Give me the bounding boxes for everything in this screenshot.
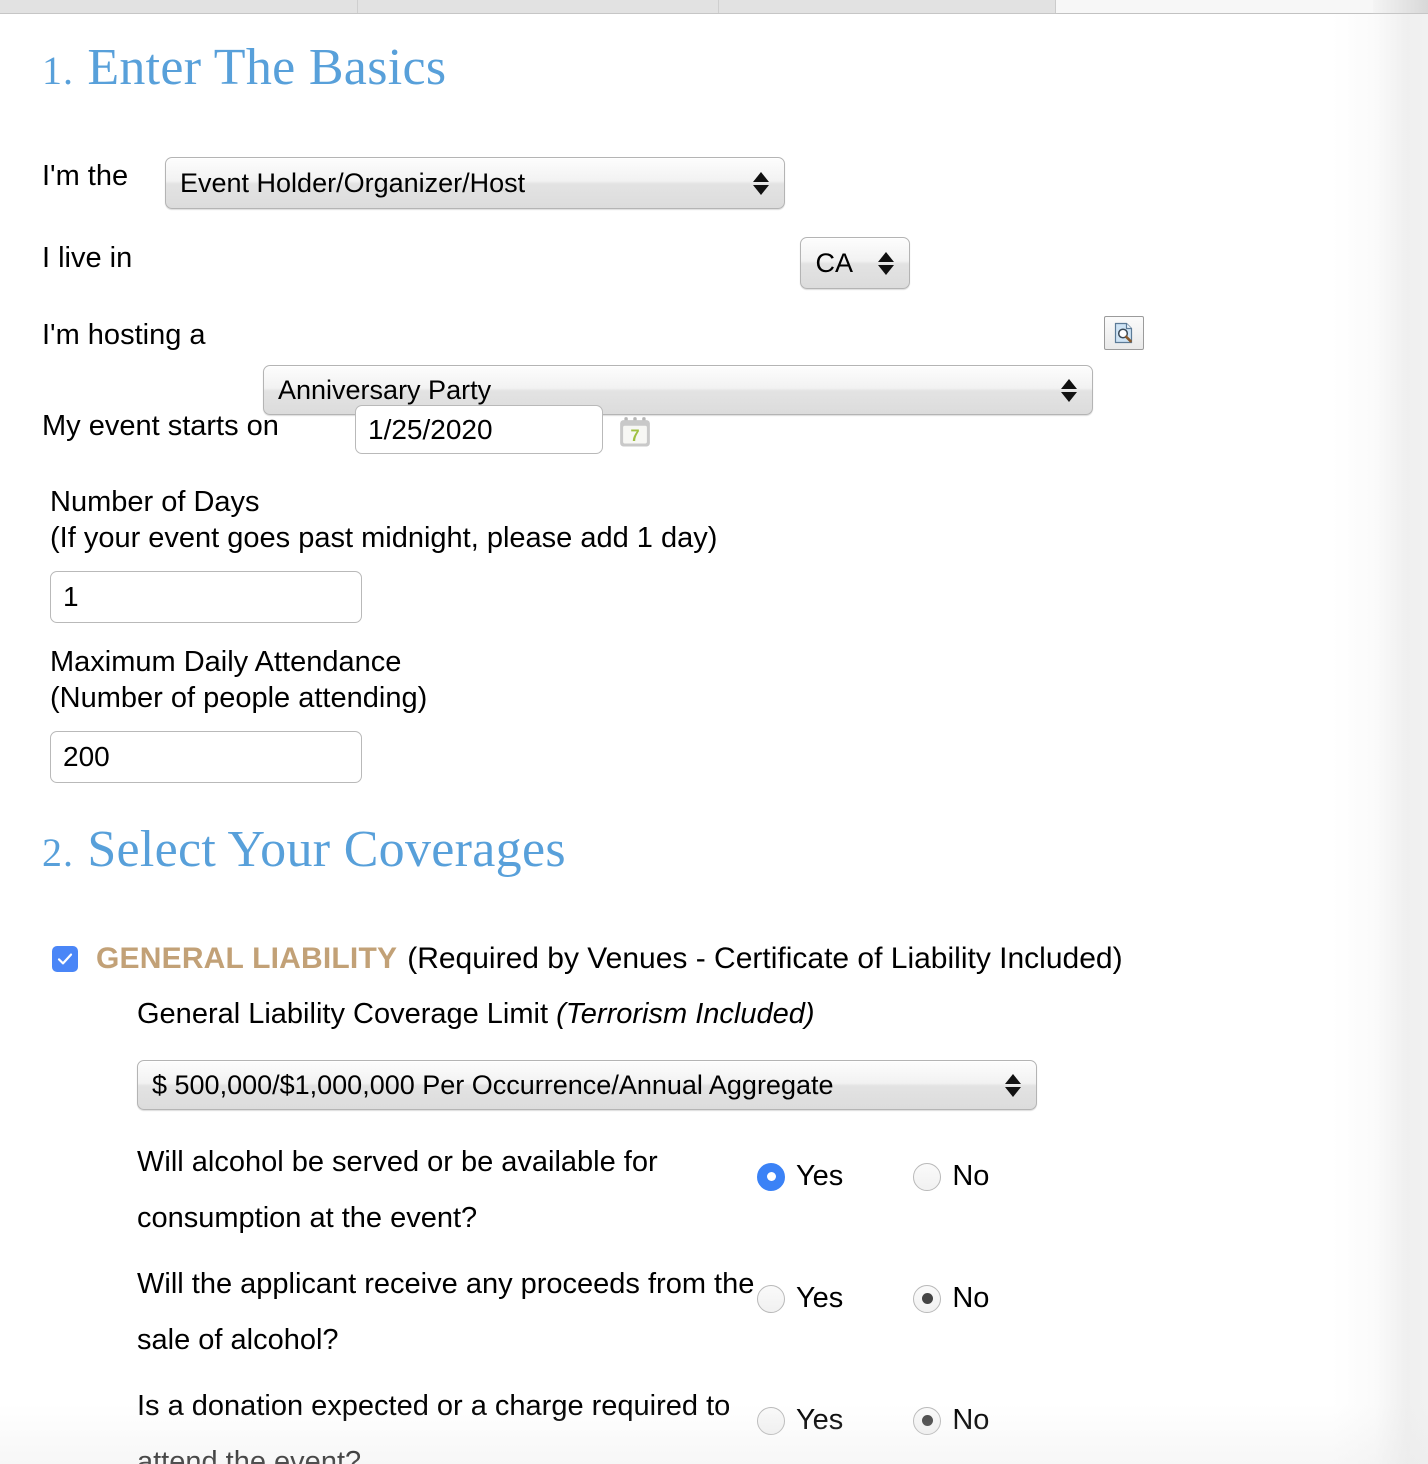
general-liability-checkbox[interactable] bbox=[52, 946, 78, 972]
question-3-no-option[interactable]: No bbox=[913, 1404, 989, 1437]
browser-tab-2[interactable] bbox=[358, 0, 719, 13]
role-label: I'm the bbox=[42, 160, 129, 192]
role-select[interactable]: Event Holder/Organizer/Host bbox=[165, 157, 785, 209]
section-2-title: Select Your Coverages bbox=[87, 821, 566, 878]
browser-tab-4[interactable] bbox=[1055, 0, 1374, 13]
start-date-input[interactable] bbox=[355, 405, 603, 454]
page-right-edge-shadow bbox=[1332, 14, 1428, 1464]
general-liability-note: (Required by Venues - Certificate of Lia… bbox=[407, 942, 1123, 975]
question-text: Is a donation expected or a charge requi… bbox=[137, 1390, 731, 1464]
browser-tab-3[interactable] bbox=[718, 0, 1056, 13]
radio-icon[interactable] bbox=[913, 1162, 942, 1191]
question-2-no-label: No bbox=[952, 1282, 990, 1314]
question-text: Will the applicant receive any proceeds … bbox=[137, 1268, 755, 1356]
calendar-icon-day: 7 bbox=[630, 427, 639, 445]
event-type-select-value: Anniversary Party bbox=[278, 374, 492, 405]
chevron-updown-icon bbox=[748, 171, 774, 195]
question-answers: Yes No bbox=[757, 1378, 989, 1437]
browser-tab-edge bbox=[1373, 0, 1428, 13]
question-row-donation-charge: Is a donation expected or a charge requi… bbox=[137, 1378, 1267, 1464]
state-label: I live in bbox=[42, 242, 133, 274]
chevron-updown-icon bbox=[873, 251, 899, 275]
chevron-updown-icon bbox=[1056, 378, 1082, 402]
chevron-updown-icon bbox=[1000, 1073, 1026, 1097]
event-type-label: I'm hosting a bbox=[42, 319, 206, 351]
event-type-label-row: I'm hosting a bbox=[42, 321, 206, 350]
radio-icon[interactable] bbox=[757, 1162, 785, 1191]
question-answers: Yes No bbox=[757, 1134, 989, 1193]
check-icon bbox=[57, 953, 73, 965]
start-date-label-row: My event starts on bbox=[42, 412, 279, 441]
section-2-number: 2. bbox=[42, 830, 74, 875]
radio-icon[interactable] bbox=[913, 1406, 942, 1435]
calendar-icon[interactable]: 7 bbox=[618, 415, 652, 449]
section-1-heading: 1. Enter The Basics bbox=[42, 38, 446, 97]
role-select-value: Event Holder/Organizer/Host bbox=[180, 167, 526, 198]
general-liability-limit-value: $ 500,000/$1,000,000 Per Occurrence/Annu… bbox=[152, 1069, 834, 1100]
radio-icon[interactable] bbox=[757, 1406, 785, 1435]
question-2-yes-option[interactable]: Yes bbox=[757, 1282, 843, 1315]
browser-tab-1[interactable] bbox=[0, 0, 359, 13]
radio-icon[interactable] bbox=[757, 1284, 785, 1313]
document-search-icon bbox=[1114, 322, 1133, 344]
days-label: Number of Days (If your event goes past m… bbox=[50, 484, 717, 556]
general-liability-limit-select[interactable]: $ 500,000/$1,000,000 Per Occurrence/Annu… bbox=[137, 1060, 1037, 1110]
general-liability-limit-label-italic: (Terrorism Included) bbox=[556, 998, 815, 1030]
section-1-number: 1. bbox=[42, 48, 74, 93]
question-row-alcohol-proceeds: Will the applicant receive any proceeds … bbox=[137, 1256, 1267, 1368]
question-answers: Yes No bbox=[757, 1256, 989, 1315]
state-select[interactable]: CA bbox=[800, 237, 911, 289]
section-2-heading: 2. Select Your Coverages bbox=[42, 820, 566, 879]
days-input[interactable] bbox=[50, 571, 362, 623]
question-2-no-option[interactable]: No bbox=[913, 1282, 989, 1315]
days-label-line1: Number of Days bbox=[50, 486, 260, 518]
start-date-label: My event starts on bbox=[42, 410, 279, 442]
state-select-value: CA bbox=[815, 247, 853, 278]
question-row-alcohol-served: Will alcohol be served or be available f… bbox=[137, 1134, 1267, 1246]
radio-icon[interactable] bbox=[913, 1284, 942, 1313]
days-label-line2: (If your event goes past midnight, pleas… bbox=[50, 522, 718, 554]
question-1-no-label: No bbox=[952, 1160, 990, 1192]
attendance-label: Maximum Daily Attendance (Number of peopl… bbox=[50, 644, 427, 716]
page-content: 1. Enter The Basics I'm the Event Holder… bbox=[0, 14, 1428, 1464]
question-3-no-label: No bbox=[952, 1404, 990, 1436]
question-1-no-option[interactable]: No bbox=[913, 1160, 989, 1193]
general-liability-title: GENERAL LIABILITY bbox=[96, 942, 398, 975]
state-label-row: I live in bbox=[42, 244, 132, 273]
question-1-yes-option[interactable]: Yes bbox=[757, 1160, 843, 1193]
general-liability-row: GENERAL LIABILITY (Required by Venues - … bbox=[52, 942, 1123, 976]
question-3-yes-label: Yes bbox=[796, 1404, 844, 1436]
general-liability-limit-label: General Liability Coverage Limit (Terror… bbox=[137, 998, 815, 1031]
role-label-row: I'm the bbox=[42, 162, 128, 191]
question-1-yes-label: Yes bbox=[796, 1160, 844, 1192]
question-2-yes-label: Yes bbox=[796, 1282, 844, 1314]
attendance-label-line1: Maximum Daily Attendance bbox=[50, 646, 402, 678]
section-1-title: Enter The Basics bbox=[87, 39, 447, 96]
browser-tab-strip bbox=[0, 0, 1428, 14]
attendance-label-line2: (Number of people attending) bbox=[50, 682, 428, 714]
question-3-yes-option[interactable]: Yes bbox=[757, 1404, 843, 1437]
question-text: Will alcohol be served or be available f… bbox=[137, 1146, 658, 1234]
document-search-icon-button[interactable] bbox=[1104, 316, 1144, 350]
attendance-input[interactable] bbox=[50, 731, 362, 783]
general-liability-limit-label-text: General Liability Coverage Limit bbox=[137, 998, 549, 1030]
